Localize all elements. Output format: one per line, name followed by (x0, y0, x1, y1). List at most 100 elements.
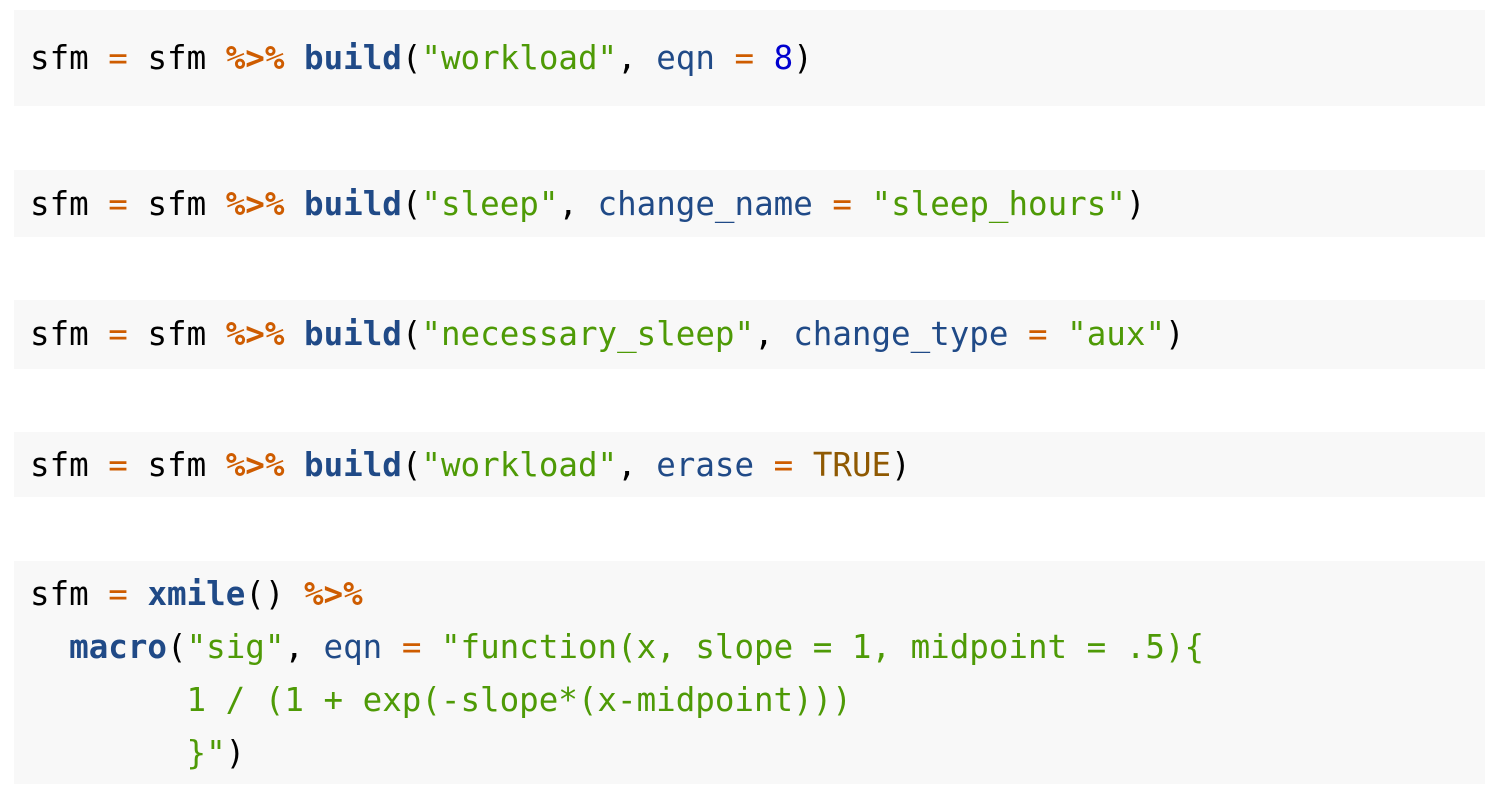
code-token-punctuation: () (245, 575, 304, 613)
code-token-pipe-operator: %>% (225, 446, 285, 484)
code-token-string: "workload" (421, 446, 618, 484)
code-line: 1 / (1 + exp(-slope*(x-midpoint))) (30, 674, 852, 726)
code-line: }") (30, 727, 246, 779)
code-token-punctuation (89, 39, 109, 77)
code-token-operator: = (108, 39, 128, 77)
code-token-punctuation (206, 185, 226, 223)
code-token-punctuation (813, 185, 833, 223)
code-token-argument: erase (656, 446, 755, 484)
code-token-punctuation (284, 446, 304, 484)
code-line: sfm = sfm %>% build("sleep", change_name… (30, 178, 1145, 230)
code-token-punctuation (128, 185, 148, 223)
code-token-punctuation (421, 628, 441, 666)
code-token-operator: = (108, 185, 128, 223)
code-token-punctuation (852, 185, 872, 223)
code-token-punctuation (793, 446, 813, 484)
code-token-punctuation: ) (793, 39, 813, 77)
code-token-punctuation (128, 446, 148, 484)
code-token-operator: = (108, 315, 128, 353)
code-token-pipe-operator: %>% (225, 185, 285, 223)
code-token-string: "sleep" (421, 185, 559, 223)
code-token-operator: = (108, 446, 128, 484)
code-token-function: build (304, 185, 402, 223)
code-token-pipe-operator: %>% (225, 315, 285, 353)
code-token-pipe-operator: %>% (303, 575, 363, 613)
code-token-number: 8 (773, 39, 794, 77)
code-token-punctuation (1008, 315, 1028, 353)
code-token-constant: TRUE (812, 446, 892, 484)
code-token-punctuation: ) (1125, 185, 1146, 223)
code-token-punctuation (206, 446, 226, 484)
code-token-punctuation: , (558, 185, 598, 223)
code-token-argument: change_type (793, 315, 1009, 353)
code-token-variable: sfm (147, 185, 207, 223)
code-block-build-workload: sfm = sfm %>% build("workload", eqn = 8) (14, 10, 1485, 106)
code-token-punctuation (89, 315, 109, 353)
code-token-punctuation (128, 39, 148, 77)
code-token-operator: = (832, 185, 852, 223)
code-token-punctuation: , (617, 446, 657, 484)
code-token-punctuation (206, 39, 226, 77)
code-token-variable: sfm (30, 315, 89, 353)
code-token-punctuation: ) (1165, 315, 1185, 353)
code-token-punctuation: ( (401, 185, 422, 223)
code-token-punctuation (754, 446, 774, 484)
code-token-operator: = (734, 39, 755, 77)
code-token-punctuation (382, 628, 402, 666)
code-token-argument: eqn (323, 628, 383, 666)
code-line: sfm = sfm %>% build("workload", erase = … (30, 439, 911, 491)
code-token-punctuation: ) (891, 446, 911, 484)
code-token-argument: change_name (597, 185, 813, 223)
code-token-string: "necessary_sleep" (421, 315, 755, 353)
code-token-punctuation (284, 39, 304, 77)
code-token-punctuation (284, 185, 304, 223)
code-token-punctuation: ( (401, 39, 422, 77)
code-token-string: "function(x, slope = 1, midpoint = .5){ (440, 628, 1205, 666)
code-token-punctuation (89, 446, 109, 484)
code-token-punctuation: , (617, 39, 657, 77)
code-block-build-sleep: sfm = sfm %>% build("sleep", change_name… (14, 170, 1485, 237)
code-token-operator: = (401, 628, 422, 666)
code-token-function: xmile (147, 575, 246, 613)
code-token-operator: = (108, 575, 128, 613)
code-line: macro("sig", eqn = "function(x, slope = … (30, 621, 1204, 673)
code-line: sfm = xmile() %>% (30, 568, 363, 620)
code-token-punctuation: ( (401, 315, 422, 353)
code-block-macro-sig: sfm = xmile() %>% macro("sig", eqn = "fu… (14, 561, 1485, 784)
code-token-operator: = (773, 446, 794, 484)
code-token-string: "sig" (186, 628, 285, 666)
code-token-punctuation (715, 39, 735, 77)
code-token-punctuation (128, 575, 148, 613)
code-token-variable: sfm (30, 575, 89, 613)
code-token-punctuation: , (284, 628, 324, 666)
code-token-punctuation (128, 315, 148, 353)
code-line: sfm = sfm %>% build("workload", eqn = 8) (30, 32, 813, 84)
code-token-variable: sfm (147, 446, 207, 484)
code-token-punctuation (206, 315, 226, 353)
code-token-variable: sfm (147, 315, 207, 353)
code-token-variable: sfm (30, 446, 89, 484)
code-token-argument: eqn (656, 39, 715, 77)
code-token-function: build (304, 315, 402, 353)
code-token-punctuation: ( (166, 628, 187, 666)
code-token-punctuation (754, 39, 774, 77)
code-token-punctuation: , (754, 315, 794, 353)
code-token-variable: sfm (30, 185, 89, 223)
code-token-function: macro (69, 628, 167, 666)
code-token-variable: sfm (30, 39, 89, 77)
code-token-string: "sleep_hours" (871, 185, 1126, 223)
code-line: sfm = sfm %>% build("necessary_sleep", c… (30, 308, 1185, 360)
code-token-string: }" (30, 734, 226, 772)
code-token-variable: sfm (147, 39, 207, 77)
code-token-function: build (304, 446, 402, 484)
code-token-punctuation (89, 575, 109, 613)
code-token-punctuation (284, 315, 304, 353)
code-block-erase-workload: sfm = sfm %>% build("workload", erase = … (14, 432, 1485, 497)
code-token-punctuation: ) (225, 734, 246, 772)
code-token-punctuation (1048, 315, 1068, 353)
code-token-operator: = (1028, 315, 1048, 353)
code-token-punctuation: ( (401, 446, 422, 484)
code-block-build-necessary-sleep: sfm = sfm %>% build("necessary_sleep", c… (14, 300, 1485, 369)
code-token-string: 1 / (1 + exp(-slope*(x-midpoint))) (30, 681, 852, 719)
code-token-punctuation (89, 185, 109, 223)
